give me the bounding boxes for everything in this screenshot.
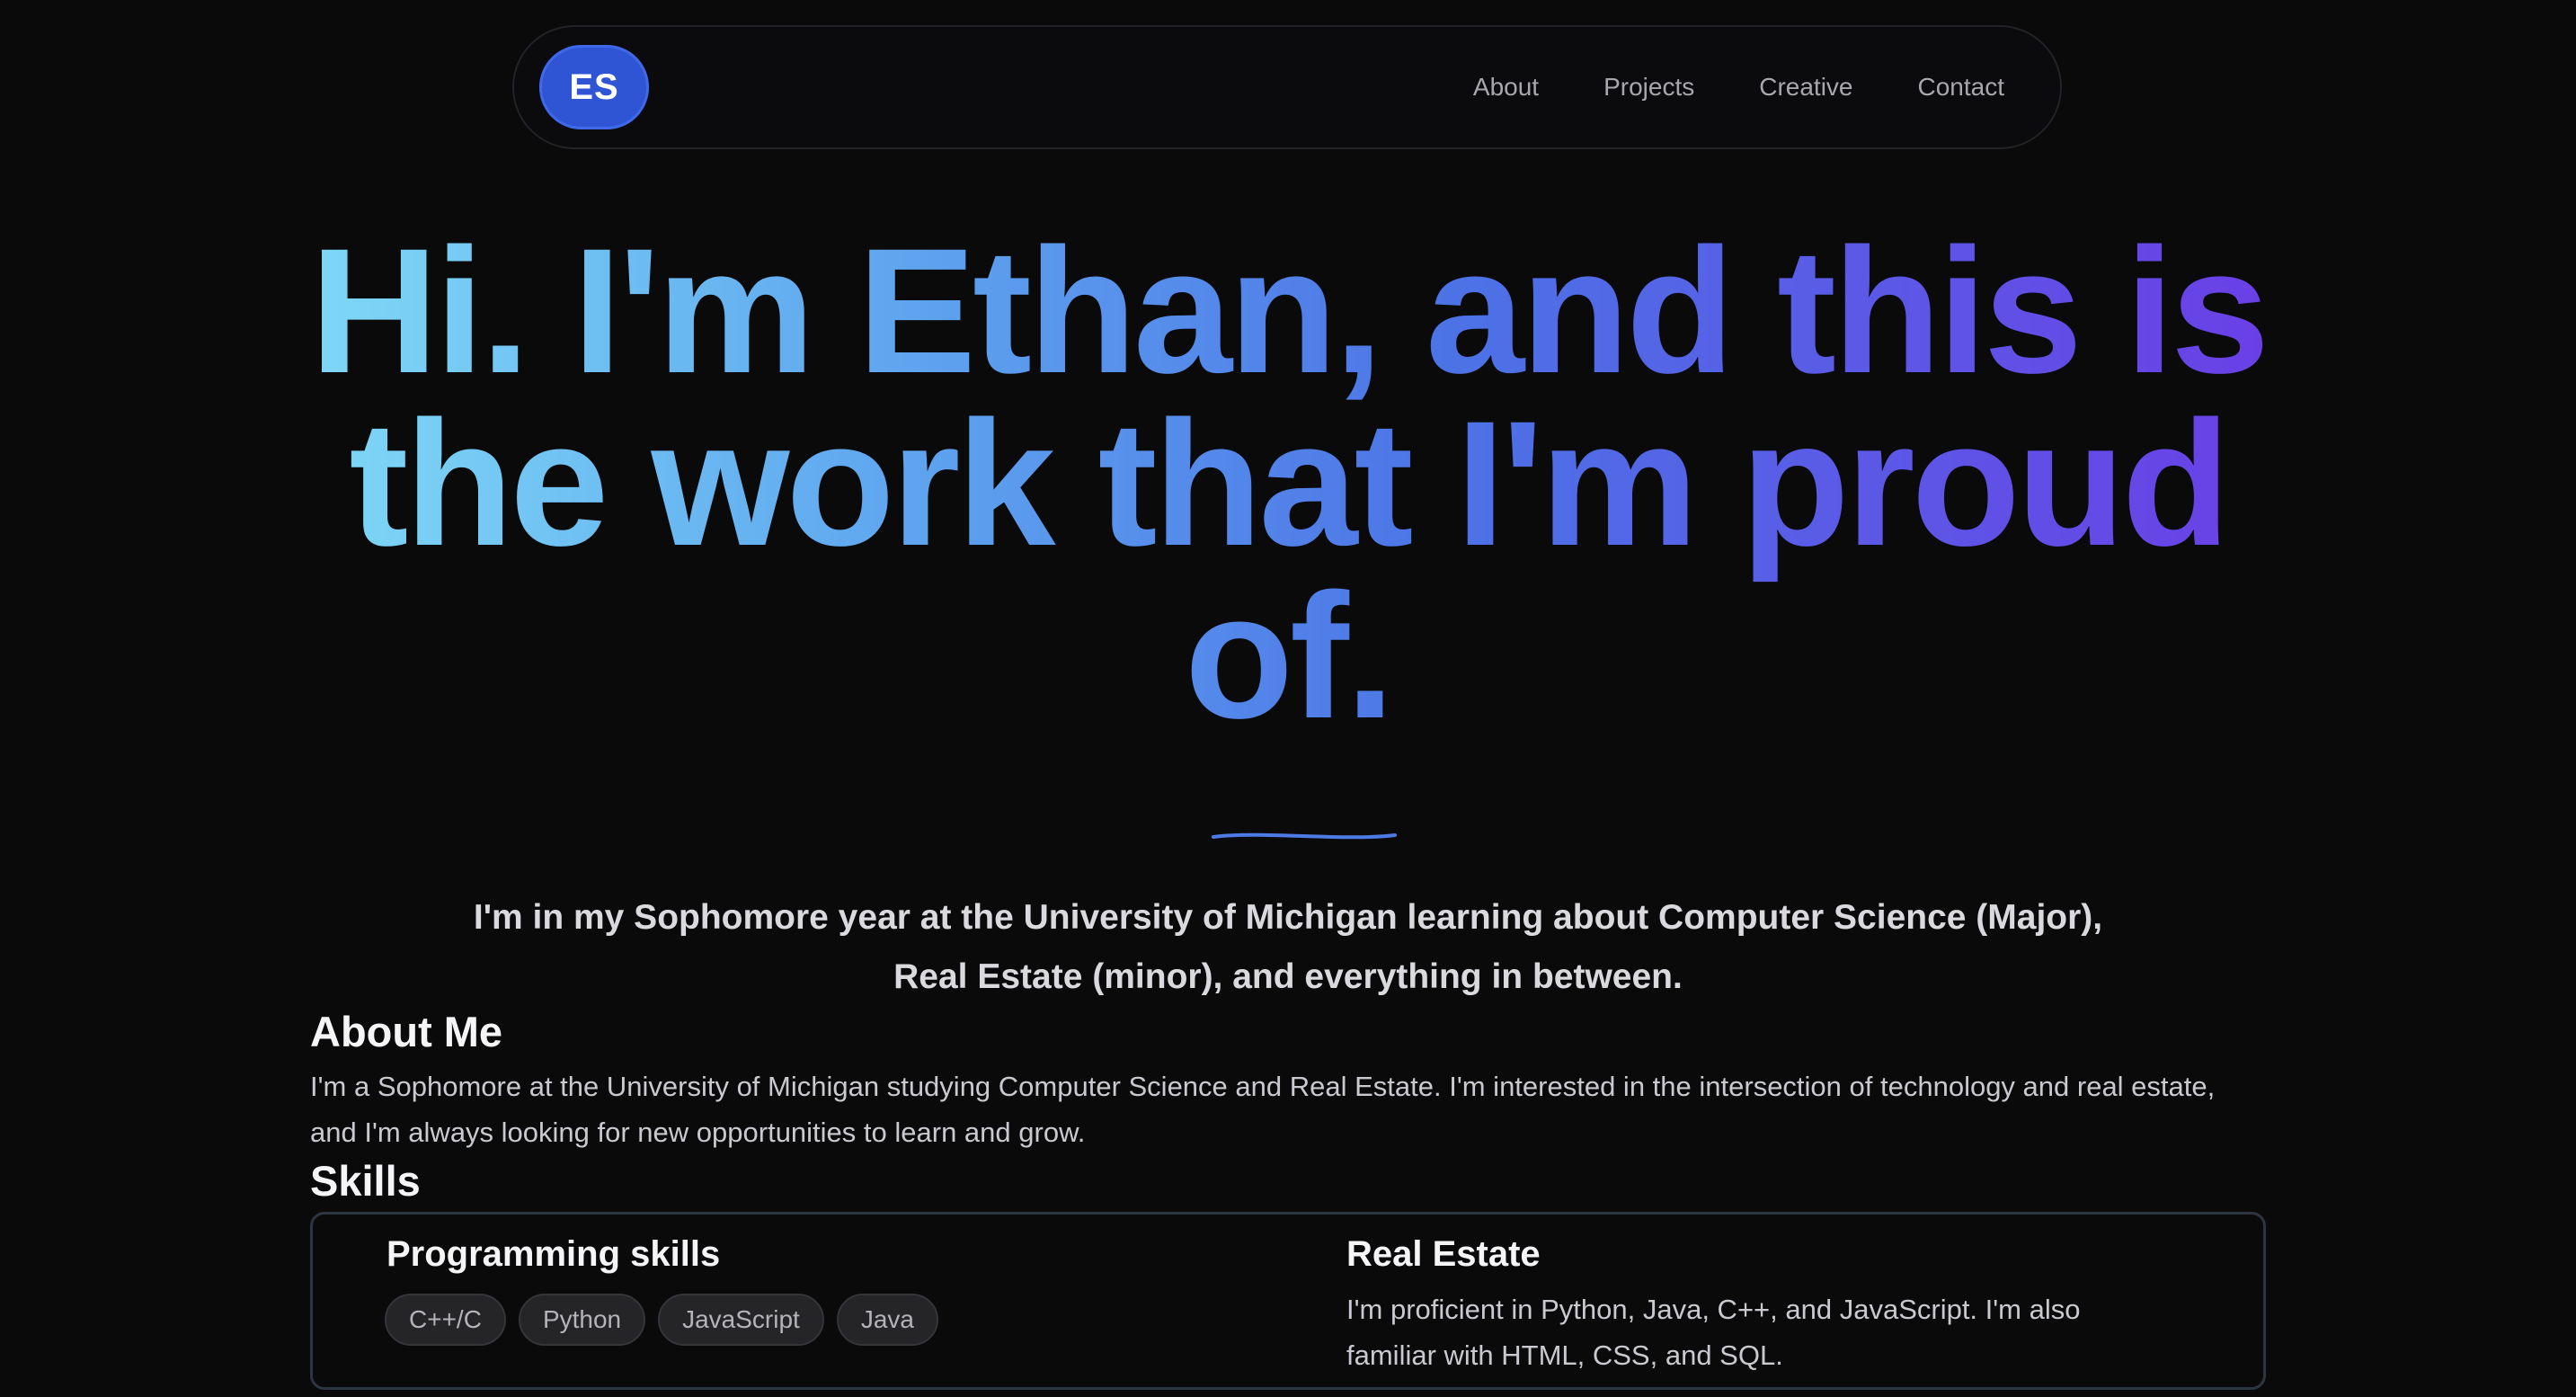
nav-link-creative[interactable]: Creative — [1759, 73, 1852, 102]
intro-line-2: Real Estate (minor), and everything in b… — [893, 957, 1683, 996]
nav-links: About Projects Creative Contact — [1473, 27, 2004, 147]
skills-heading: Skills — [310, 1157, 421, 1205]
skill-tag: Java — [836, 1294, 938, 1346]
nav-link-contact[interactable]: Contact — [1918, 73, 2005, 102]
skill-tags: C++/C Python JavaScript Java — [385, 1294, 938, 1346]
hero-line-3: of. — [1185, 556, 1391, 755]
skill-tag: JavaScript — [658, 1294, 824, 1346]
skill-tag: C++/C — [385, 1294, 506, 1346]
navbar: ES About Projects Creative Contact — [512, 25, 2062, 149]
real-estate-title: Real Estate — [1346, 1234, 1541, 1274]
nav-link-about[interactable]: About — [1473, 73, 1539, 102]
hero-line-1: Hi. I'm Ethan, and this is — [309, 211, 2267, 410]
intro-line-1: I'm in my Sophomore year at the Universi… — [473, 898, 2103, 937]
about-heading: About Me — [310, 1008, 503, 1055]
skills-card: Programming skills C++/C Python JavaScri… — [310, 1212, 2266, 1390]
portfolio-page: ES About Projects Creative Contact Hi. I… — [0, 0, 2576, 1397]
skill-tag: Python — [518, 1294, 646, 1346]
hero-heading: Hi. I'm Ethan, and this is the work that… — [297, 225, 2279, 743]
logo-button[interactable]: ES — [539, 45, 649, 129]
programming-skills-title: Programming skills — [386, 1234, 721, 1274]
intro-text: I'm in my Sophomore year at the Universi… — [386, 888, 2190, 1007]
about-text: I'm a Sophomore at the University of Mic… — [310, 1071, 2216, 1148]
wave-divider — [1212, 832, 1397, 840]
nav-link-projects[interactable]: Projects — [1603, 73, 1694, 102]
hero-line-2: the work that I'm proud — [349, 384, 2227, 583]
real-estate-text: I'm proficient in Python, Java, C++, and… — [1346, 1294, 2081, 1371]
